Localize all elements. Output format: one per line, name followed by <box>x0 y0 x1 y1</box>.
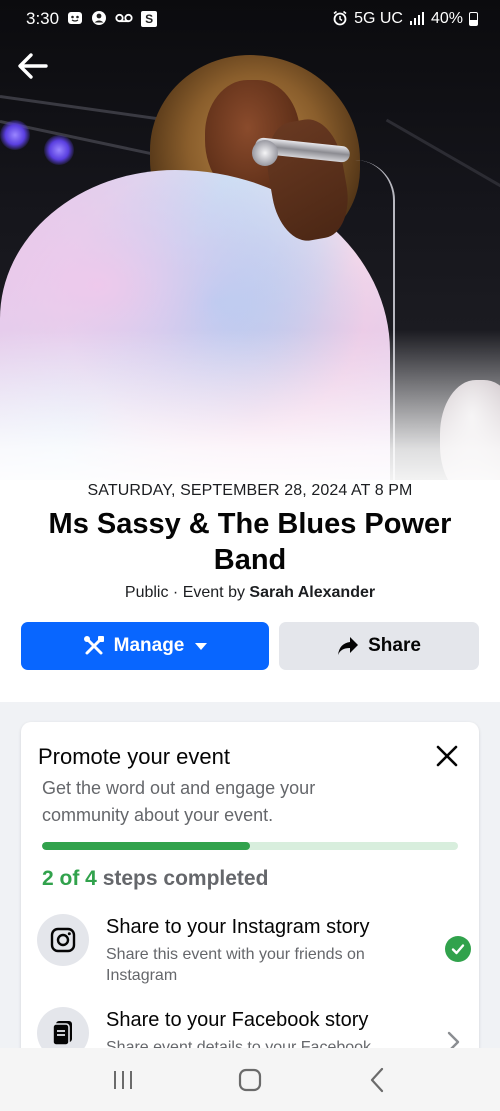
meta-separator: · <box>168 584 183 601</box>
system-back-button[interactable] <box>347 1058 407 1102</box>
app-s-icon: S <box>141 11 158 27</box>
system-navigation-bar <box>0 1048 500 1111</box>
event-cover-photo: 3:30 S 5G UC 40% <box>0 0 500 500</box>
promote-title: Promote your event <box>38 744 230 769</box>
mic-stand <box>385 118 500 192</box>
manage-button[interactable]: Manage <box>21 622 269 670</box>
stage-light <box>0 120 30 150</box>
share-arrow-icon <box>338 637 359 655</box>
event-host-prefix: Event by <box>182 584 250 601</box>
home-button[interactable] <box>220 1058 280 1102</box>
back-button[interactable] <box>12 48 52 84</box>
close-icon <box>436 745 458 767</box>
event-actions: Manage Share <box>21 622 479 670</box>
cover-fade <box>0 330 500 500</box>
arrow-left-icon <box>18 53 48 79</box>
share-button[interactable]: Share <box>279 622 479 670</box>
event-header: SATURDAY, SEPTEMBER 28, 2024 AT 8 PM Ms … <box>0 480 500 702</box>
promote-description: Get the word out and engage your communi… <box>42 778 316 825</box>
event-host-link[interactable]: Sarah Alexander <box>249 584 375 601</box>
status-time: 3:30 <box>26 9 60 28</box>
status-bar: 3:30 S 5G UC 40% <box>0 0 500 38</box>
close-button[interactable] <box>433 742 461 770</box>
chevron-left-icon <box>370 1067 383 1092</box>
event-privacy: Public <box>124 584 169 601</box>
battery-percent: 40% <box>430 10 463 27</box>
steps-completed: 2 of 4 steps completed <box>42 867 268 891</box>
promote-progress-bar <box>42 842 458 850</box>
microphone-head <box>252 140 278 166</box>
step-title: Share to your Facebook story <box>106 1009 369 1031</box>
notification-icon <box>67 10 83 28</box>
voicemail-icon <box>115 12 133 26</box>
battery-icon <box>469 12 478 26</box>
event-title: Ms Sassy & The Blues Power Band <box>48 508 452 576</box>
recent-apps-button[interactable] <box>93 1058 153 1102</box>
manage-label: Manage <box>113 635 185 656</box>
instagram-icon <box>37 914 89 966</box>
stage-light <box>44 135 74 165</box>
home-icon <box>238 1068 262 1091</box>
network-type: 5G UC <box>354 10 403 27</box>
event-meta: Public · Event by Sarah Alexander <box>0 584 500 602</box>
check-icon <box>445 936 471 962</box>
promote-step-instagram[interactable]: Share to your Instagram story Share this… <box>37 914 471 994</box>
recent-apps-icon <box>114 1070 133 1089</box>
steps-count: 2 of 4 <box>42 867 97 890</box>
alarm-icon <box>332 10 348 28</box>
share-label: Share <box>368 635 421 656</box>
account-icon <box>91 10 107 28</box>
step-title: Share to your Instagram story <box>106 916 370 938</box>
promote-progress-fill <box>42 842 250 850</box>
event-date: SATURDAY, SEPTEMBER 28, 2024 AT 8 PM <box>87 482 413 499</box>
tools-icon <box>83 636 104 655</box>
step-description: Share this event with your friends on In… <box>106 946 365 984</box>
caret-down-icon <box>195 642 208 650</box>
steps-suffix: steps completed <box>96 867 269 890</box>
signal-icon <box>409 11 425 27</box>
